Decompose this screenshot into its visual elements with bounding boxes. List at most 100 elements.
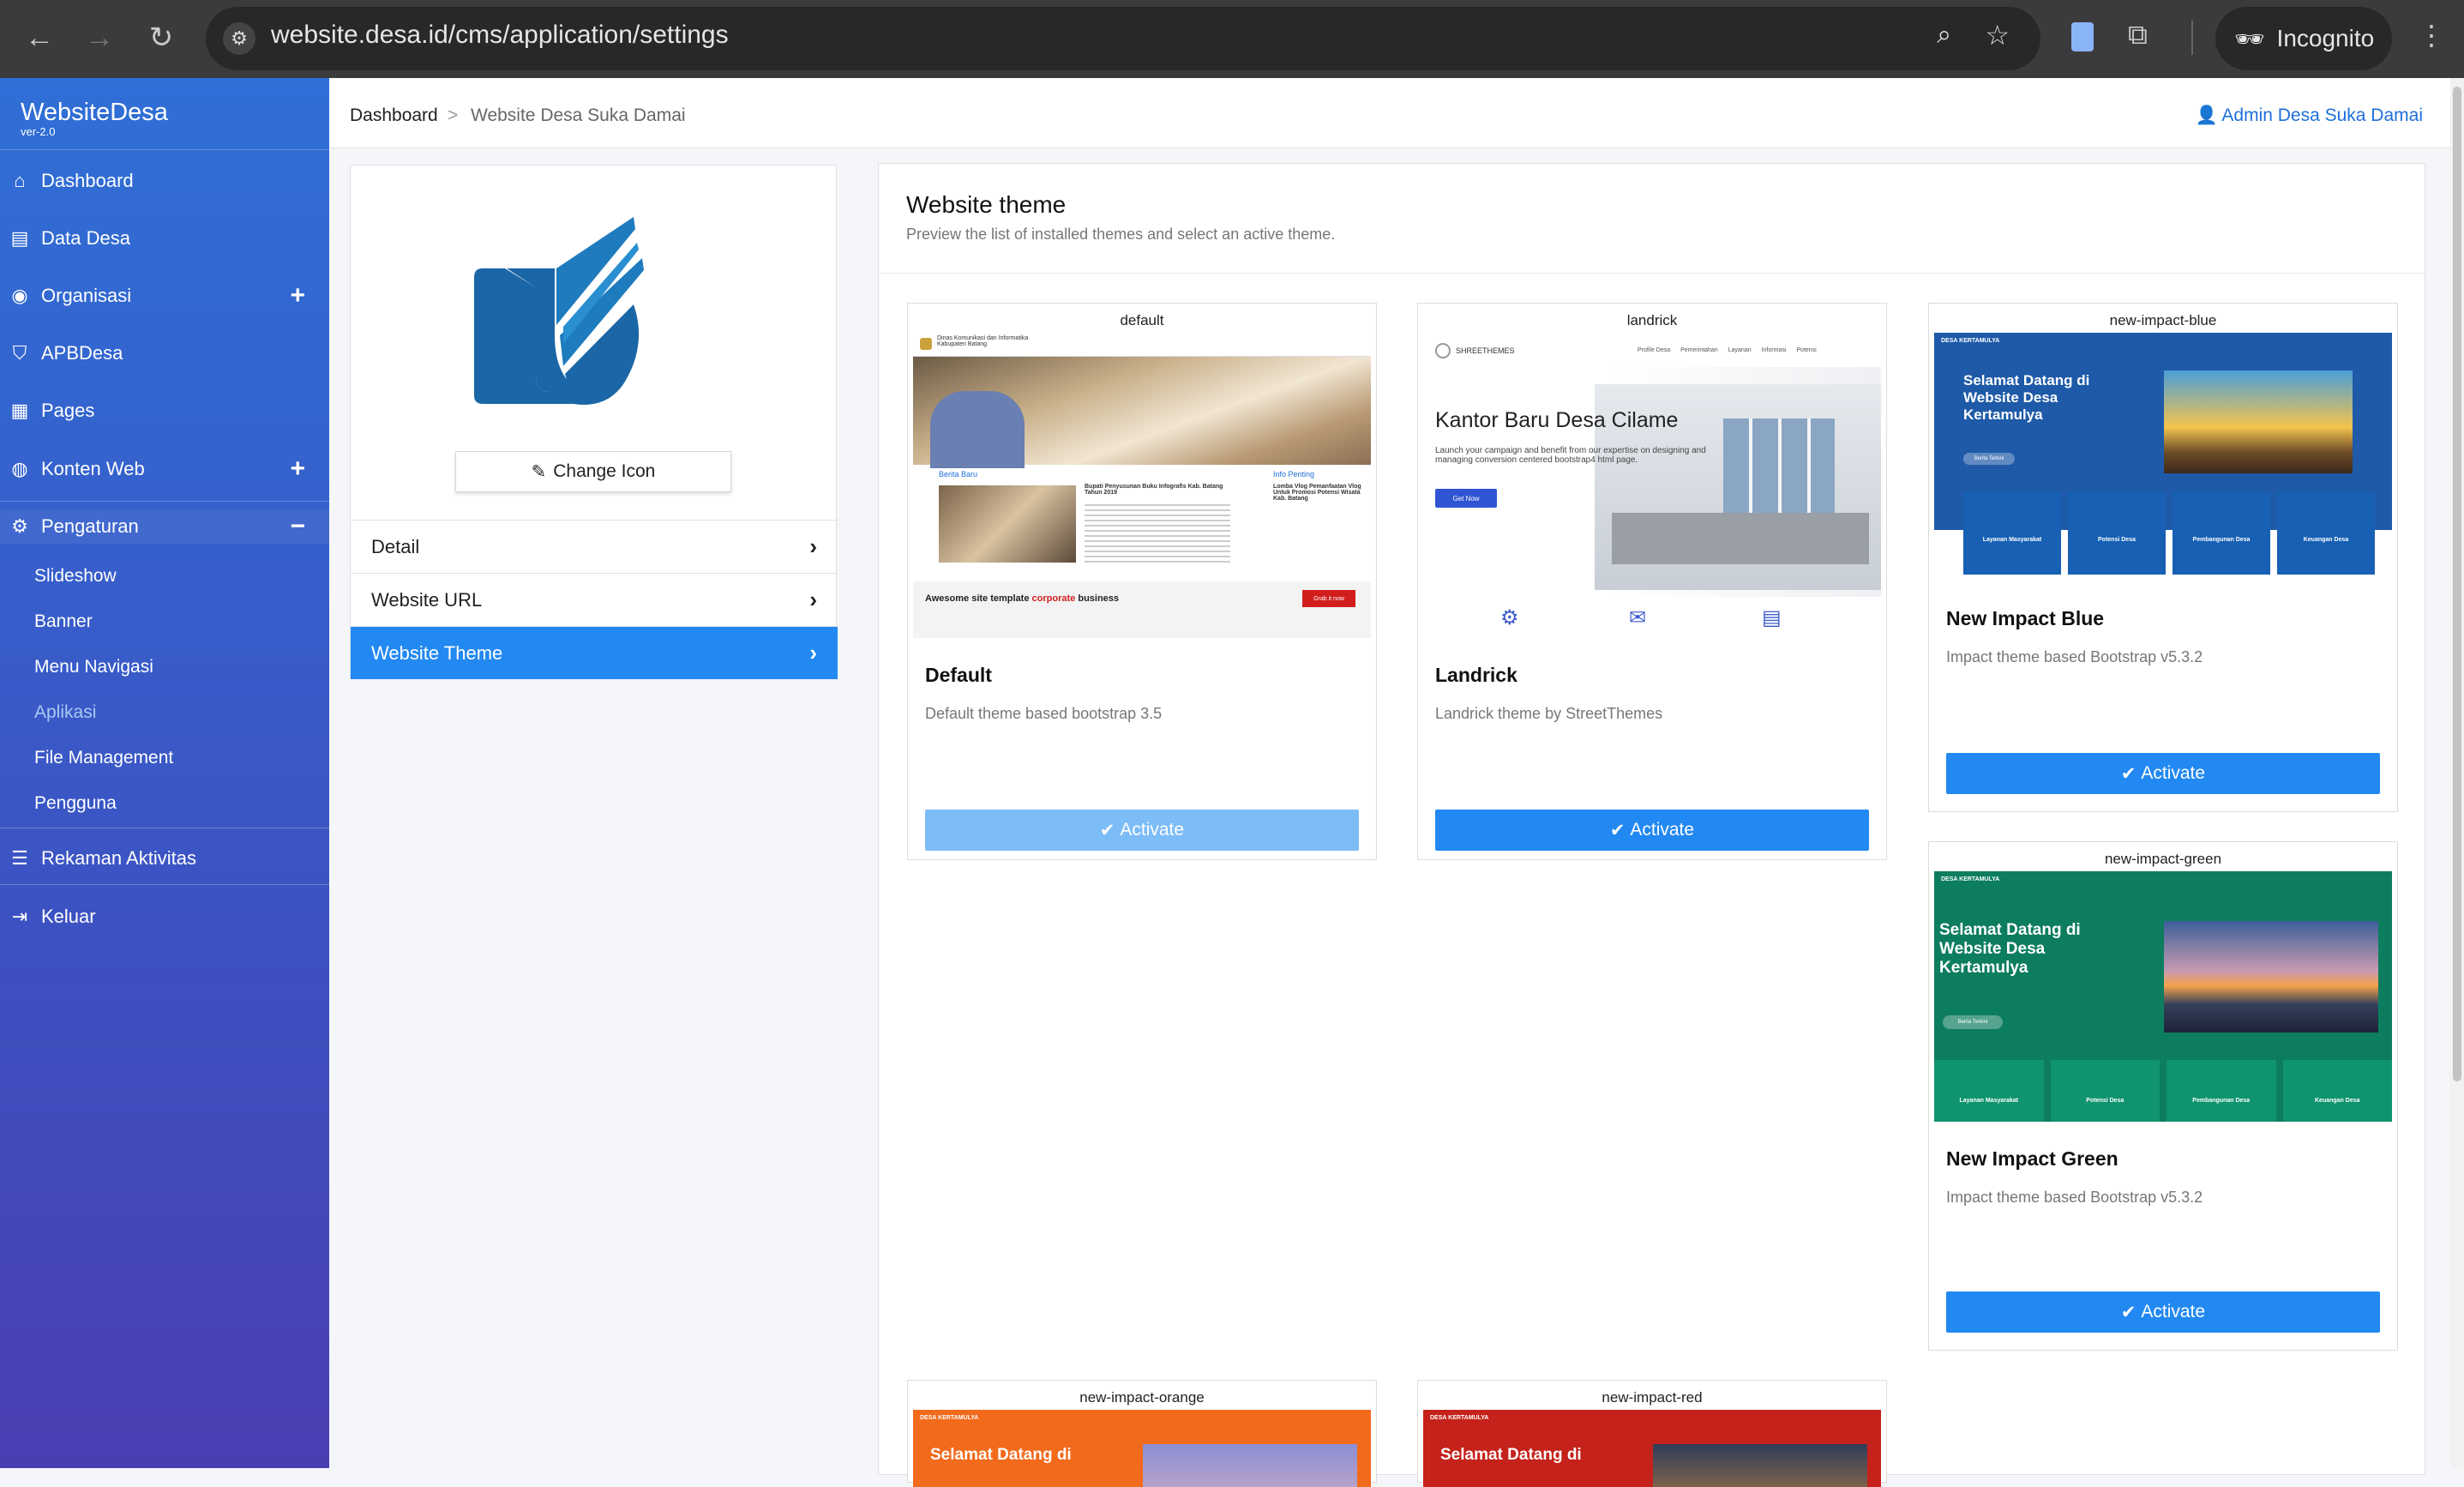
theme-preview-new-impact-blue[interactable]: DESA KERTAMULYA Selamat Datang di Website… [1934,333,2392,581]
preview-banner: Awesome site template [925,593,1030,604]
sidebar-item-pages[interactable]: ▦ Pages [0,394,329,428]
breadcrumb-home[interactable]: Dashboard [350,105,438,126]
feature-icon: ▤ [1762,606,1782,629]
theme-preview-new-impact-orange[interactable]: DESA KERTAMULYA Selamat Datang di [913,1410,1371,1487]
puzzle-icon[interactable]: ⧉ [2128,19,2148,51]
sidebar-item-label: Organisasi [41,285,132,306]
back-icon[interactable]: ← [15,14,63,62]
panel-title: Website theme [906,191,1067,218]
preview-info: Info Penting [1273,470,1315,479]
top-bar: Dashboard > Website Desa Suka Damai 👤 Ad… [329,78,2450,148]
url-text: website.desa.id/cms/application/settings [271,21,729,49]
panel-divider [879,273,2426,274]
theme-card-new-impact-red: new-impact-red DESA KERTAMULYA Selamat D… [1417,1380,1887,1487]
theme-preview-new-impact-green[interactable]: DESA KERTAMULYA Selamat Datang di Website… [1934,871,2392,1122]
sidebar-item-dashboard[interactable]: ⌂ Dashboard [0,164,329,198]
sidebar-item-keluar[interactable]: ⇥ Keluar [0,900,329,934]
sidebar-item-apbdesa[interactable]: ⛉ APBDesa [0,336,329,370]
preview-hero-photo [1143,1444,1357,1487]
sidebar-item-pengaturan[interactable]: ⚙ Pengaturan − [0,509,329,544]
activate-button-new-impact-blue[interactable]: ✔ Activate [1946,753,2380,794]
browser-toolbar: ← → ↻ ⚙ ⌕ ☆ website.desa.id/cms/applicat… [0,0,2464,78]
preview-hero-title: Selamat Datang di Website Desa Kertamulya [1939,921,2154,978]
feature-icon: ⚙ [1500,606,1519,629]
preview-banner-end: business [1078,593,1120,604]
logout-icon: ⇥ [11,906,28,927]
user-menu[interactable]: 👤 Admin Desa Suka Damai [2196,105,2423,126]
brand[interactable]: WebsiteDesa ver-2.0 [21,99,168,138]
theme-card-default: default Dinas Komunikasi dan Informatika… [907,303,1377,860]
preview-hero-title: Kantor Baru Desa Cilame [1435,408,1679,432]
sidebar-subitem-file-management[interactable]: File Management [34,748,173,768]
preview-tile: Pembangunan Desa [2167,1060,2276,1122]
activate-button-default[interactable]: ✔ Activate [925,810,1359,851]
settings-item-website-url[interactable]: Website URL › [351,573,838,626]
settings-item-label: Website URL [371,588,483,611]
sidebar-item-label: Konten Web [41,458,145,479]
preview-info-title: Lomba Vlog Pemanfaatan Vlog Untuk Promos… [1273,484,1361,502]
theme-panel: Website theme Preview the list of instal… [878,163,2426,1487]
theme-preview-landrick[interactable]: SHREETHEMES Profile Desa Pemerintahan Laya… [1423,333,1881,638]
gear-icon: ⚙ [11,515,28,537]
preview-news-text [1085,504,1230,564]
breadcrumb-current: Website Desa Suka Damai [471,105,686,125]
sidebar-item-rekaman-aktivitas[interactable]: ☰ Rekaman Aktivitas [0,841,329,876]
site-settings-icon[interactable]: ⚙ [223,22,255,55]
theme-name: Landrick [1435,664,1517,686]
panel-subtitle: Preview the list of installed themes and… [906,226,1336,243]
sidebar-item-konten-web[interactable]: ◍ Konten Web + [0,452,329,486]
activate-label: Activate [1630,820,1695,840]
sidebar-subitem-banner[interactable]: Banner [34,611,93,632]
theme-preview-new-impact-red[interactable]: DESA KERTAMULYA Selamat Datang di [1423,1410,1881,1487]
expand-icon[interactable]: + [290,281,305,310]
extension-icon[interactable] [2071,22,2094,51]
theme-slug: new-impact-blue [2109,312,2217,328]
activate-label: Activate [2141,1302,2206,1321]
theme-desc: Impact theme based Bootstrap v5.3.2 [1946,648,2203,665]
scrollbar-thumb[interactable] [2453,87,2461,1081]
preview-tiles: Layanan Masyarakat Potensi Desa Pembangu… [1934,1060,2392,1122]
theme-desc: Landrick theme by StreetThemes [1435,705,1663,722]
theme-desc: Default theme based bootstrap 3.5 [925,705,1163,722]
incognito-icon: 🕶 [2234,25,2265,52]
globe-icon: ◍ [11,458,28,479]
reload-icon[interactable]: ↻ [137,14,185,62]
user-icon: 👤 [2195,105,2218,125]
sidebar-subitem-aplikasi[interactable]: Aplikasi [34,702,96,723]
theme-slug: default [1120,312,1164,328]
settings-item-detail[interactable]: Detail › [351,520,838,573]
brand-title: WebsiteDesa [21,99,168,126]
sidebar-subitem-menu-navigasi[interactable]: Menu Navigasi [34,657,153,677]
sidebar-item-organisasi[interactable]: ◉ Organisasi + [0,279,329,313]
home-icon: ⌂ [14,170,26,191]
forward-icon[interactable]: → [75,14,123,62]
sidebar-subitem-pengguna[interactable]: Pengguna [34,793,117,814]
incognito-badge[interactable]: 🕶 Incognito [2215,7,2392,70]
theme-preview-default[interactable]: Dinas Komunikasi dan Informatika Kabupat… [913,333,1371,638]
page-scrollbar[interactable] [2450,78,2464,1468]
activate-label: Activate [1120,820,1185,840]
users-icon: ◉ [11,285,28,306]
preview-hero-photo [2164,921,2378,1032]
sidebar-divider [0,884,329,885]
activate-button-new-impact-green[interactable]: ✔ Activate [1946,1291,2380,1333]
collapse-icon[interactable]: − [290,512,305,541]
change-icon-button[interactable]: ✎ Change Icon [455,451,731,492]
activate-button-landrick[interactable]: ✔ Activate [1435,810,1869,851]
sidebar-item-label: APBDesa [41,342,123,364]
book-icon: ▤ [10,227,29,249]
check-icon: ✔ [2120,1302,2136,1322]
app-logo [474,217,644,405]
settings-item-website-theme[interactable]: Website Theme › [351,626,838,679]
preview-logo-text: SHREETHEMES [1456,346,1515,355]
star-icon[interactable]: ☆ [1985,19,2010,51]
preview-banner-em: corporate [1031,593,1076,604]
menu-kebab-icon[interactable]: ⋮ [2418,19,2445,51]
expand-icon[interactable]: + [290,455,305,484]
check-icon: ✔ [2120,763,2136,784]
preview-tile: Potensi Desa [2068,492,2166,575]
sidebar-subitem-slideshow[interactable]: Slideshow [34,566,117,587]
sidebar-item-label: Pages [41,400,95,421]
sidebar-item-data-desa[interactable]: ▤ Data Desa [0,221,329,256]
zoom-icon[interactable]: ⌕ [1937,21,1951,50]
